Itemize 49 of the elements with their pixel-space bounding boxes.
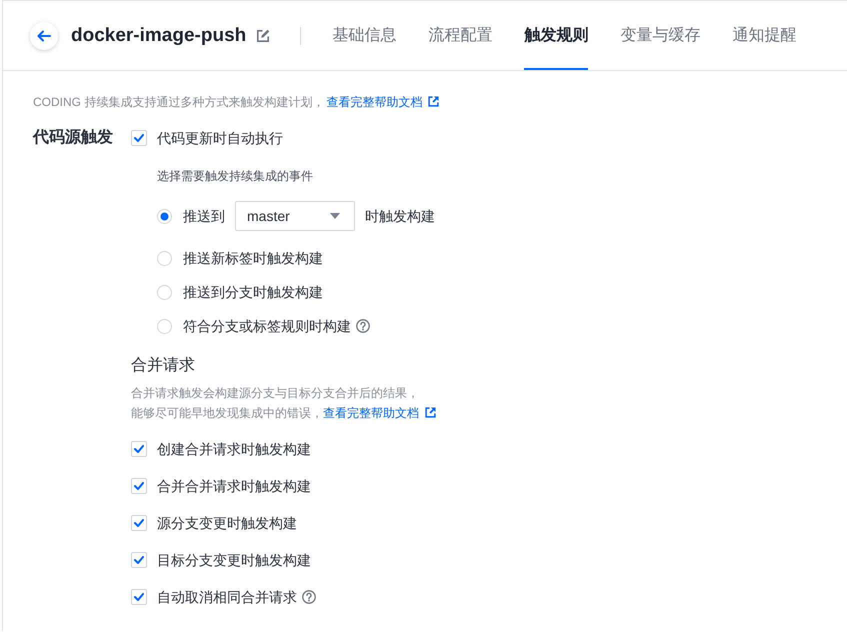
tab[interactable]: 流程配置 — [428, 1, 492, 70]
events-hint-text: 选择需要触发持续集成的事件 — [157, 168, 313, 185]
tab[interactable]: 基础信息 — [332, 1, 396, 70]
checkbox-label: 合并合并请求时触发构建 — [157, 477, 311, 496]
radio-label: 时触发构建 — [365, 207, 435, 226]
radio-button[interactable] — [157, 284, 172, 300]
checkbox[interactable] — [131, 478, 147, 494]
external-link-icon — [428, 96, 440, 107]
checkmark-icon — [134, 556, 144, 564]
help-icon[interactable] — [302, 590, 316, 604]
tab[interactable]: 触发规则 — [524, 1, 588, 70]
checkmark-icon — [134, 445, 144, 453]
pipeline-title: docker-image-push — [71, 24, 246, 46]
checkbox-label: 代码更新时自动执行 — [157, 129, 283, 148]
section-title: 合并请求 — [131, 356, 195, 376]
back-button[interactable] — [30, 22, 58, 50]
radio-label: 推送到 — [183, 207, 225, 226]
caret-down-icon — [330, 213, 340, 219]
checkmark-icon — [134, 519, 144, 527]
radio-button[interactable] — [157, 318, 172, 334]
checkbox-label: 创建合并请求时触发构建 — [157, 440, 311, 459]
tab[interactable]: 变量与缓存 — [620, 1, 700, 70]
checkmark-icon — [134, 593, 144, 601]
radio-label: 符合分支或标签规则时构建 — [183, 317, 351, 336]
radio-button[interactable] — [157, 250, 172, 266]
help-doc-link[interactable]: 查看完整帮助文档 — [323, 406, 436, 420]
tab[interactable]: 通知提醒 — [732, 1, 796, 70]
checkbox-label: 目标分支变更时触发构建 — [157, 551, 311, 570]
help-icon[interactable] — [356, 319, 370, 333]
external-link-icon — [425, 407, 436, 418]
section-label: 代码源触发 — [33, 128, 114, 148]
checkbox[interactable] — [131, 589, 147, 605]
help-doc-link[interactable]: 查看完整帮助文档 — [326, 95, 440, 109]
checkbox[interactable] — [131, 130, 147, 146]
intro-text: CODING 持续集成支持通过多种方式来触发构建计划， 查看完整帮助文档 — [33, 92, 440, 112]
checkbox-label: 自动取消相同合并请求 — [157, 588, 297, 607]
merge-request-description: 合并请求触发会构建源分支与目标分支合并后的结果， 能够尽可能早地发现集成中的错误，查看完整帮助文档 — [131, 383, 436, 423]
checkbox[interactable] — [131, 441, 147, 457]
edit-icon[interactable] — [256, 28, 270, 42]
checkbox-label: 源分支变更时触发构建 — [157, 514, 297, 533]
checkmark-icon — [134, 134, 144, 142]
arrow-left-icon — [37, 30, 51, 42]
radio-button[interactable] — [157, 208, 172, 224]
branch-select[interactable]: master — [235, 201, 355, 231]
radio-label: 推送新标签时触发构建 — [183, 249, 323, 268]
checkbox[interactable] — [131, 552, 147, 568]
radio-label: 推送到分支时触发构建 — [183, 283, 323, 302]
checkbox[interactable] — [131, 515, 147, 531]
checkmark-icon — [134, 482, 144, 490]
